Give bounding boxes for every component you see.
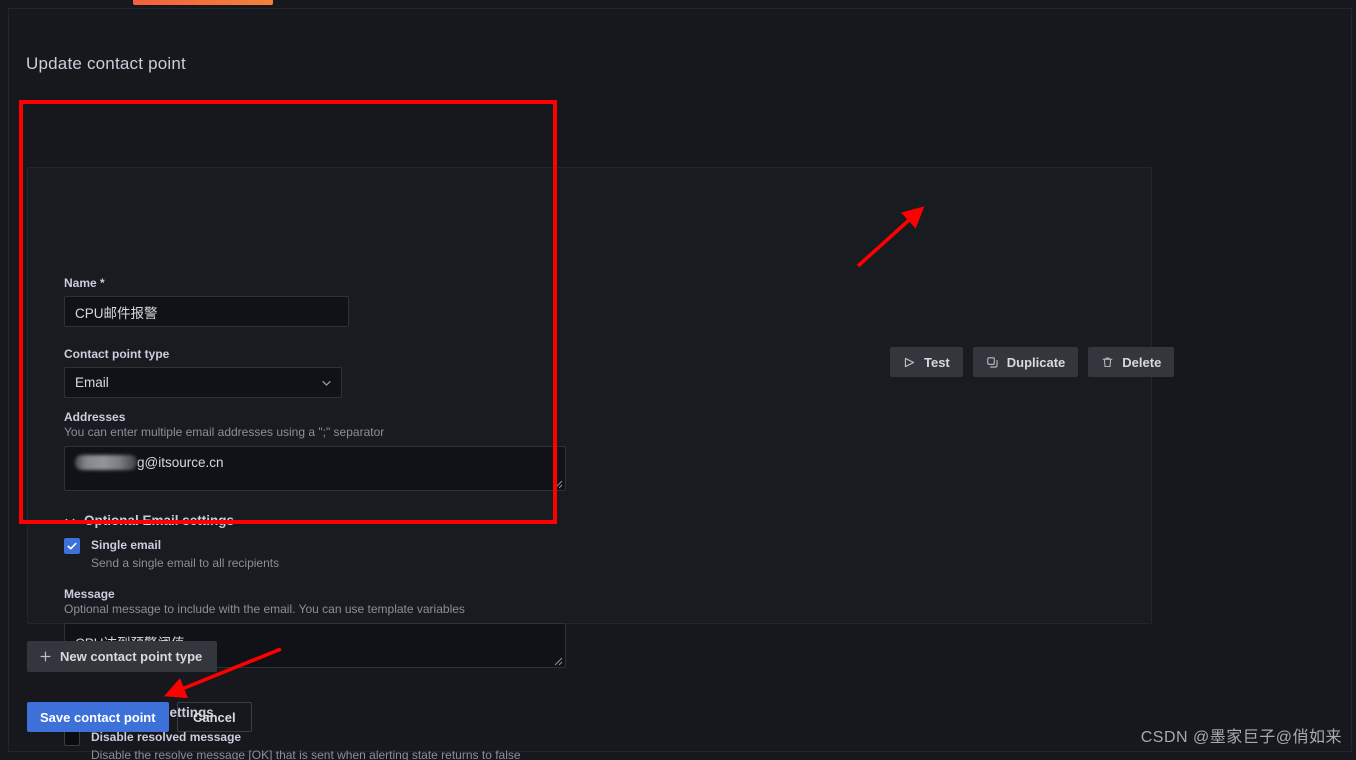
resize-handle-icon[interactable] [553,656,563,666]
cancel-button-label: Cancel [193,709,236,725]
delete-button-label: Delete [1122,354,1162,370]
send-icon [903,356,916,369]
test-button-label: Test [924,354,950,370]
save-button-label: Save contact point [40,709,156,725]
addresses-description: You can enter multiple email addresses u… [64,425,385,439]
watermark: CSDN @墨家巨子@俏如来 [1140,729,1342,746]
page-title: Update contact point [26,54,186,73]
plus-icon [39,650,52,663]
cancel-button[interactable]: Cancel [177,702,252,732]
resize-handle-icon[interactable] [553,479,563,489]
test-button[interactable]: Test [890,347,963,377]
contact-point-type-label: Contact point type [64,347,170,361]
checkbox-checked-icon[interactable] [64,538,80,554]
checkbox-unchecked-icon[interactable] [64,730,80,746]
save-contact-point-button[interactable]: Save contact point [27,702,169,732]
contact-point-type-select[interactable]: Email [64,367,342,398]
name-input[interactable] [64,296,349,327]
disable-resolved-message-description: Disable the resolve message [OK] that is… [91,748,521,760]
optional-email-settings-header[interactable]: Optional Email settings [64,513,234,528]
trash-icon [1101,356,1114,369]
active-tab-indicator [133,0,273,5]
new-contact-point-type-button[interactable]: New contact point type [27,641,218,672]
chevron-down-icon [321,377,332,388]
addresses-textarea[interactable]: g@itsource.cn [64,446,566,491]
name-label: Name * [64,276,105,290]
single-email-description: Send a single email to all recipients [91,556,280,570]
single-email-label: Single email [91,538,162,552]
field-contact-point-type: Contact point type Email [64,347,342,398]
field-name: Name * [64,276,349,327]
field-addresses: Addresses You can enter multiple email a… [64,410,566,491]
delete-button[interactable]: Delete [1088,347,1175,377]
new-contact-point-type-label: New contact point type [60,649,203,664]
optional-email-settings-label: Optional Email settings [84,513,235,528]
duplicate-button[interactable]: Duplicate [972,347,1079,377]
contact-point-actions: Test Duplicate Delete [890,347,1175,377]
redaction-block [75,455,137,470]
addresses-value-suffix: g@itsource.cn [137,455,224,470]
copy-icon [986,356,999,369]
message-description: Optional message to include with the ema… [64,602,465,616]
single-email-checkbox-row[interactable]: Single email [64,537,161,554]
app-root: Update contact point Name * Contact poin… [0,0,1356,760]
message-label: Message [64,587,115,601]
addresses-label: Addresses [64,410,126,424]
contact-point-type-value: Email [75,375,109,390]
contact-point-card: Name * Contact point type Email Addresse… [27,167,1175,760]
chevron-down-icon [64,515,76,527]
duplicate-button-label: Duplicate [1006,354,1066,370]
